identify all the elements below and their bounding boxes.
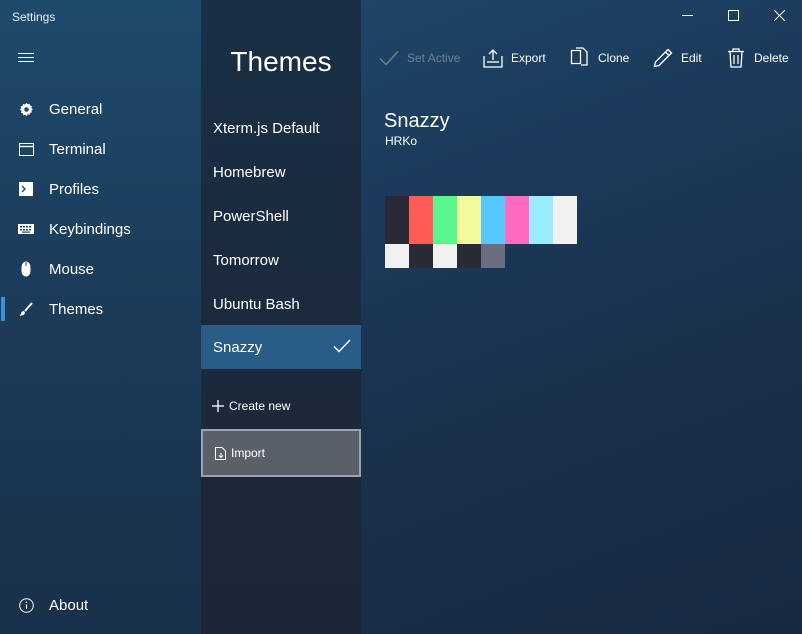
- theme-label: Snazzy: [213, 338, 263, 356]
- themes-list-pane: Themes Xterm.js Default Homebrew PowerSh…: [201, 0, 361, 634]
- pencil-icon: [652, 47, 674, 69]
- color-swatch: [409, 244, 433, 268]
- color-swatch: [409, 196, 433, 244]
- color-swatch: [385, 196, 409, 244]
- close-button[interactable]: [756, 0, 802, 34]
- minimize-button[interactable]: [664, 0, 710, 34]
- settings-window: General Terminal Profiles Keybindings Mo: [0, 0, 802, 634]
- theme-label: Xterm.js Default: [213, 119, 320, 137]
- window-icon: [18, 141, 34, 157]
- nav-item-mouse[interactable]: Mouse: [0, 249, 201, 289]
- color-swatch: [529, 196, 553, 244]
- title-bar: Settings: [0, 0, 802, 34]
- color-swatch: [433, 244, 457, 268]
- create-new-label: Create new: [229, 399, 291, 413]
- checkmark-icon: [333, 338, 351, 359]
- theme-list-item[interactable]: Ubuntu Bash: [201, 282, 361, 326]
- theme-list-item[interactable]: Tomorrow: [201, 238, 361, 282]
- theme-label: Tomorrow: [213, 251, 279, 269]
- paintbrush-icon: [18, 301, 34, 317]
- mouse-icon: [18, 261, 34, 277]
- gear-icon: [18, 101, 34, 117]
- export-label: Export: [511, 51, 546, 65]
- maximize-icon: [727, 8, 739, 26]
- import-file-icon: [213, 446, 227, 460]
- color-swatch: [481, 244, 505, 268]
- set-active-label: Set Active: [407, 51, 461, 65]
- selection-indicator: [1, 297, 5, 321]
- terminal-prompt-icon: [18, 181, 34, 197]
- nav-item-label: Profiles: [49, 180, 100, 198]
- nav-item-label: General: [49, 100, 103, 118]
- window-title: Settings: [12, 10, 56, 24]
- nav-item-terminal[interactable]: Terminal: [0, 129, 201, 169]
- theme-list-item[interactable]: PowerShell: [201, 194, 361, 238]
- delete-button[interactable]: Delete: [725, 44, 789, 72]
- theme-list-item[interactable]: Homebrew: [201, 150, 361, 194]
- maximize-button[interactable]: [710, 0, 756, 34]
- delete-label: Delete: [754, 51, 789, 65]
- edit-button[interactable]: Edit: [652, 44, 702, 72]
- nav-item-keybindings[interactable]: Keybindings: [0, 209, 201, 249]
- theme-label: PowerShell: [213, 207, 289, 225]
- export-icon: [482, 47, 504, 69]
- nav-item-label: Themes: [49, 300, 104, 318]
- color-palette-row: [385, 196, 577, 244]
- themes-heading: Themes: [230, 46, 332, 77]
- theme-label: Homebrew: [213, 163, 286, 181]
- export-button[interactable]: Export: [482, 44, 546, 72]
- theme-name: Snazzy: [384, 110, 450, 132]
- trash-icon: [725, 47, 747, 69]
- edit-label: Edit: [681, 51, 702, 65]
- nav-item-label: Mouse: [49, 260, 95, 278]
- color-swatch: [481, 196, 505, 244]
- nav-pane: General Terminal Profiles Keybindings Mo: [0, 0, 201, 634]
- minimize-icon: [681, 8, 693, 26]
- nav-item-label: Terminal: [49, 140, 106, 158]
- hamburger-menu-icon[interactable]: [14, 46, 38, 70]
- color-swatch: [553, 196, 577, 244]
- nav-item-profiles[interactable]: Profiles: [0, 169, 201, 209]
- clone-label: Clone: [598, 51, 630, 65]
- info-icon: [18, 597, 34, 613]
- set-active-button[interactable]: Set Active: [378, 44, 460, 72]
- theme-label: Ubuntu Bash: [213, 295, 300, 313]
- color-swatch: [457, 196, 481, 244]
- color-swatch: [433, 196, 457, 244]
- color-swatch: [505, 196, 529, 244]
- nav-item-about[interactable]: About: [0, 585, 201, 625]
- nav-item-themes[interactable]: Themes: [0, 289, 201, 329]
- import-label: Import: [231, 446, 266, 460]
- clone-button[interactable]: Clone: [569, 44, 629, 72]
- theme-list-item[interactable]: Xterm.js Default: [201, 106, 361, 150]
- color-palette-row: [385, 244, 505, 268]
- color-swatch: [385, 244, 409, 268]
- nav-item-label: Keybindings: [49, 220, 131, 238]
- theme-author: HRKo: [385, 134, 418, 148]
- color-swatch: [457, 244, 481, 268]
- keyboard-icon: [18, 221, 34, 237]
- close-icon: [773, 8, 785, 26]
- create-new-button[interactable]: Create new: [201, 382, 361, 430]
- checkmark-icon: [378, 47, 400, 69]
- nav-item-label: About: [49, 596, 89, 614]
- nav-item-general[interactable]: General: [0, 89, 201, 129]
- plus-icon: [211, 399, 225, 413]
- import-button[interactable]: Import: [201, 429, 361, 477]
- theme-list-item-selected[interactable]: Snazzy: [201, 325, 361, 369]
- copy-icon: [569, 47, 591, 69]
